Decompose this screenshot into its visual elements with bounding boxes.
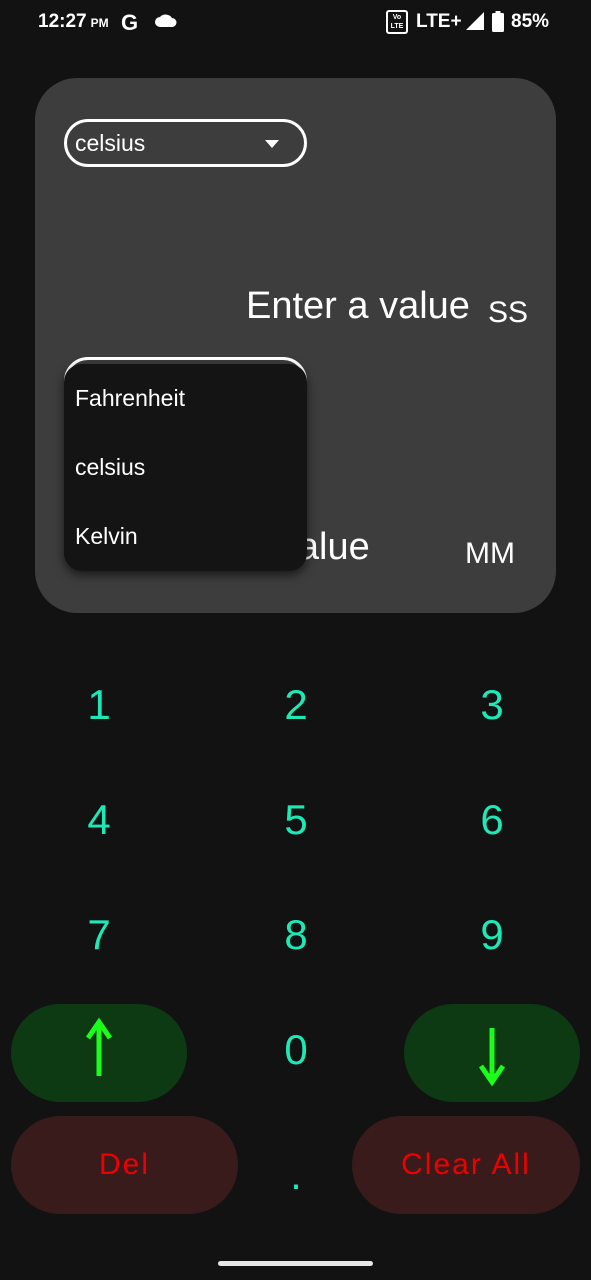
key-4[interactable]: 4	[39, 780, 159, 860]
delete-button[interactable]: Del	[11, 1116, 238, 1214]
clear-all-button[interactable]: Clear All	[352, 1116, 580, 1214]
arrow-up-icon	[85, 1017, 113, 1076]
key-2[interactable]: 2	[236, 665, 356, 745]
arrow-down-icon	[478, 1028, 506, 1087]
key-6[interactable]: 6	[432, 780, 552, 860]
cloud-icon	[155, 14, 177, 27]
unit-dropdown-menu: Fahrenheit celsius Kelvin	[64, 364, 307, 571]
chevron-down-icon[interactable]	[265, 140, 279, 148]
network-type: LTE+	[416, 11, 462, 32]
clock: 12:27 PM	[38, 11, 109, 32]
key-9[interactable]: 9	[432, 895, 552, 975]
key-decimal[interactable]: .	[236, 1135, 356, 1215]
volte-icon: Vo LTE	[386, 10, 408, 34]
key-7[interactable]: 7	[39, 895, 159, 975]
status-bar: 12:27 PM G Vo LTE LTE+ 85%	[0, 0, 591, 48]
menu-item-celsius[interactable]: celsius	[64, 433, 307, 502]
key-5[interactable]: 5	[236, 780, 356, 860]
unit-abbr-1: SS	[488, 296, 529, 329]
key-0[interactable]: 0	[236, 1010, 356, 1090]
key-1[interactable]: 1	[39, 665, 159, 745]
google-icon: G	[121, 10, 139, 35]
battery-percent: 85%	[511, 11, 550, 32]
key-3[interactable]: 3	[432, 665, 552, 745]
menu-item-kelvin[interactable]: Kelvin	[64, 502, 307, 571]
signal-icon	[466, 12, 484, 30]
menu-item-fahrenheit[interactable]: Fahrenheit	[64, 364, 307, 433]
unit-select-from-value: celsius	[75, 130, 146, 156]
swap-up-button[interactable]	[11, 1004, 187, 1102]
unit-abbr-2: MM	[465, 537, 515, 570]
battery-icon	[492, 11, 504, 32]
key-8[interactable]: 8	[236, 895, 356, 975]
swap-down-button[interactable]	[404, 1004, 580, 1102]
home-indicator[interactable]	[218, 1261, 373, 1266]
input-field-1[interactable]: Enter a value	[246, 285, 470, 328]
clock-ampm: PM	[90, 16, 109, 30]
